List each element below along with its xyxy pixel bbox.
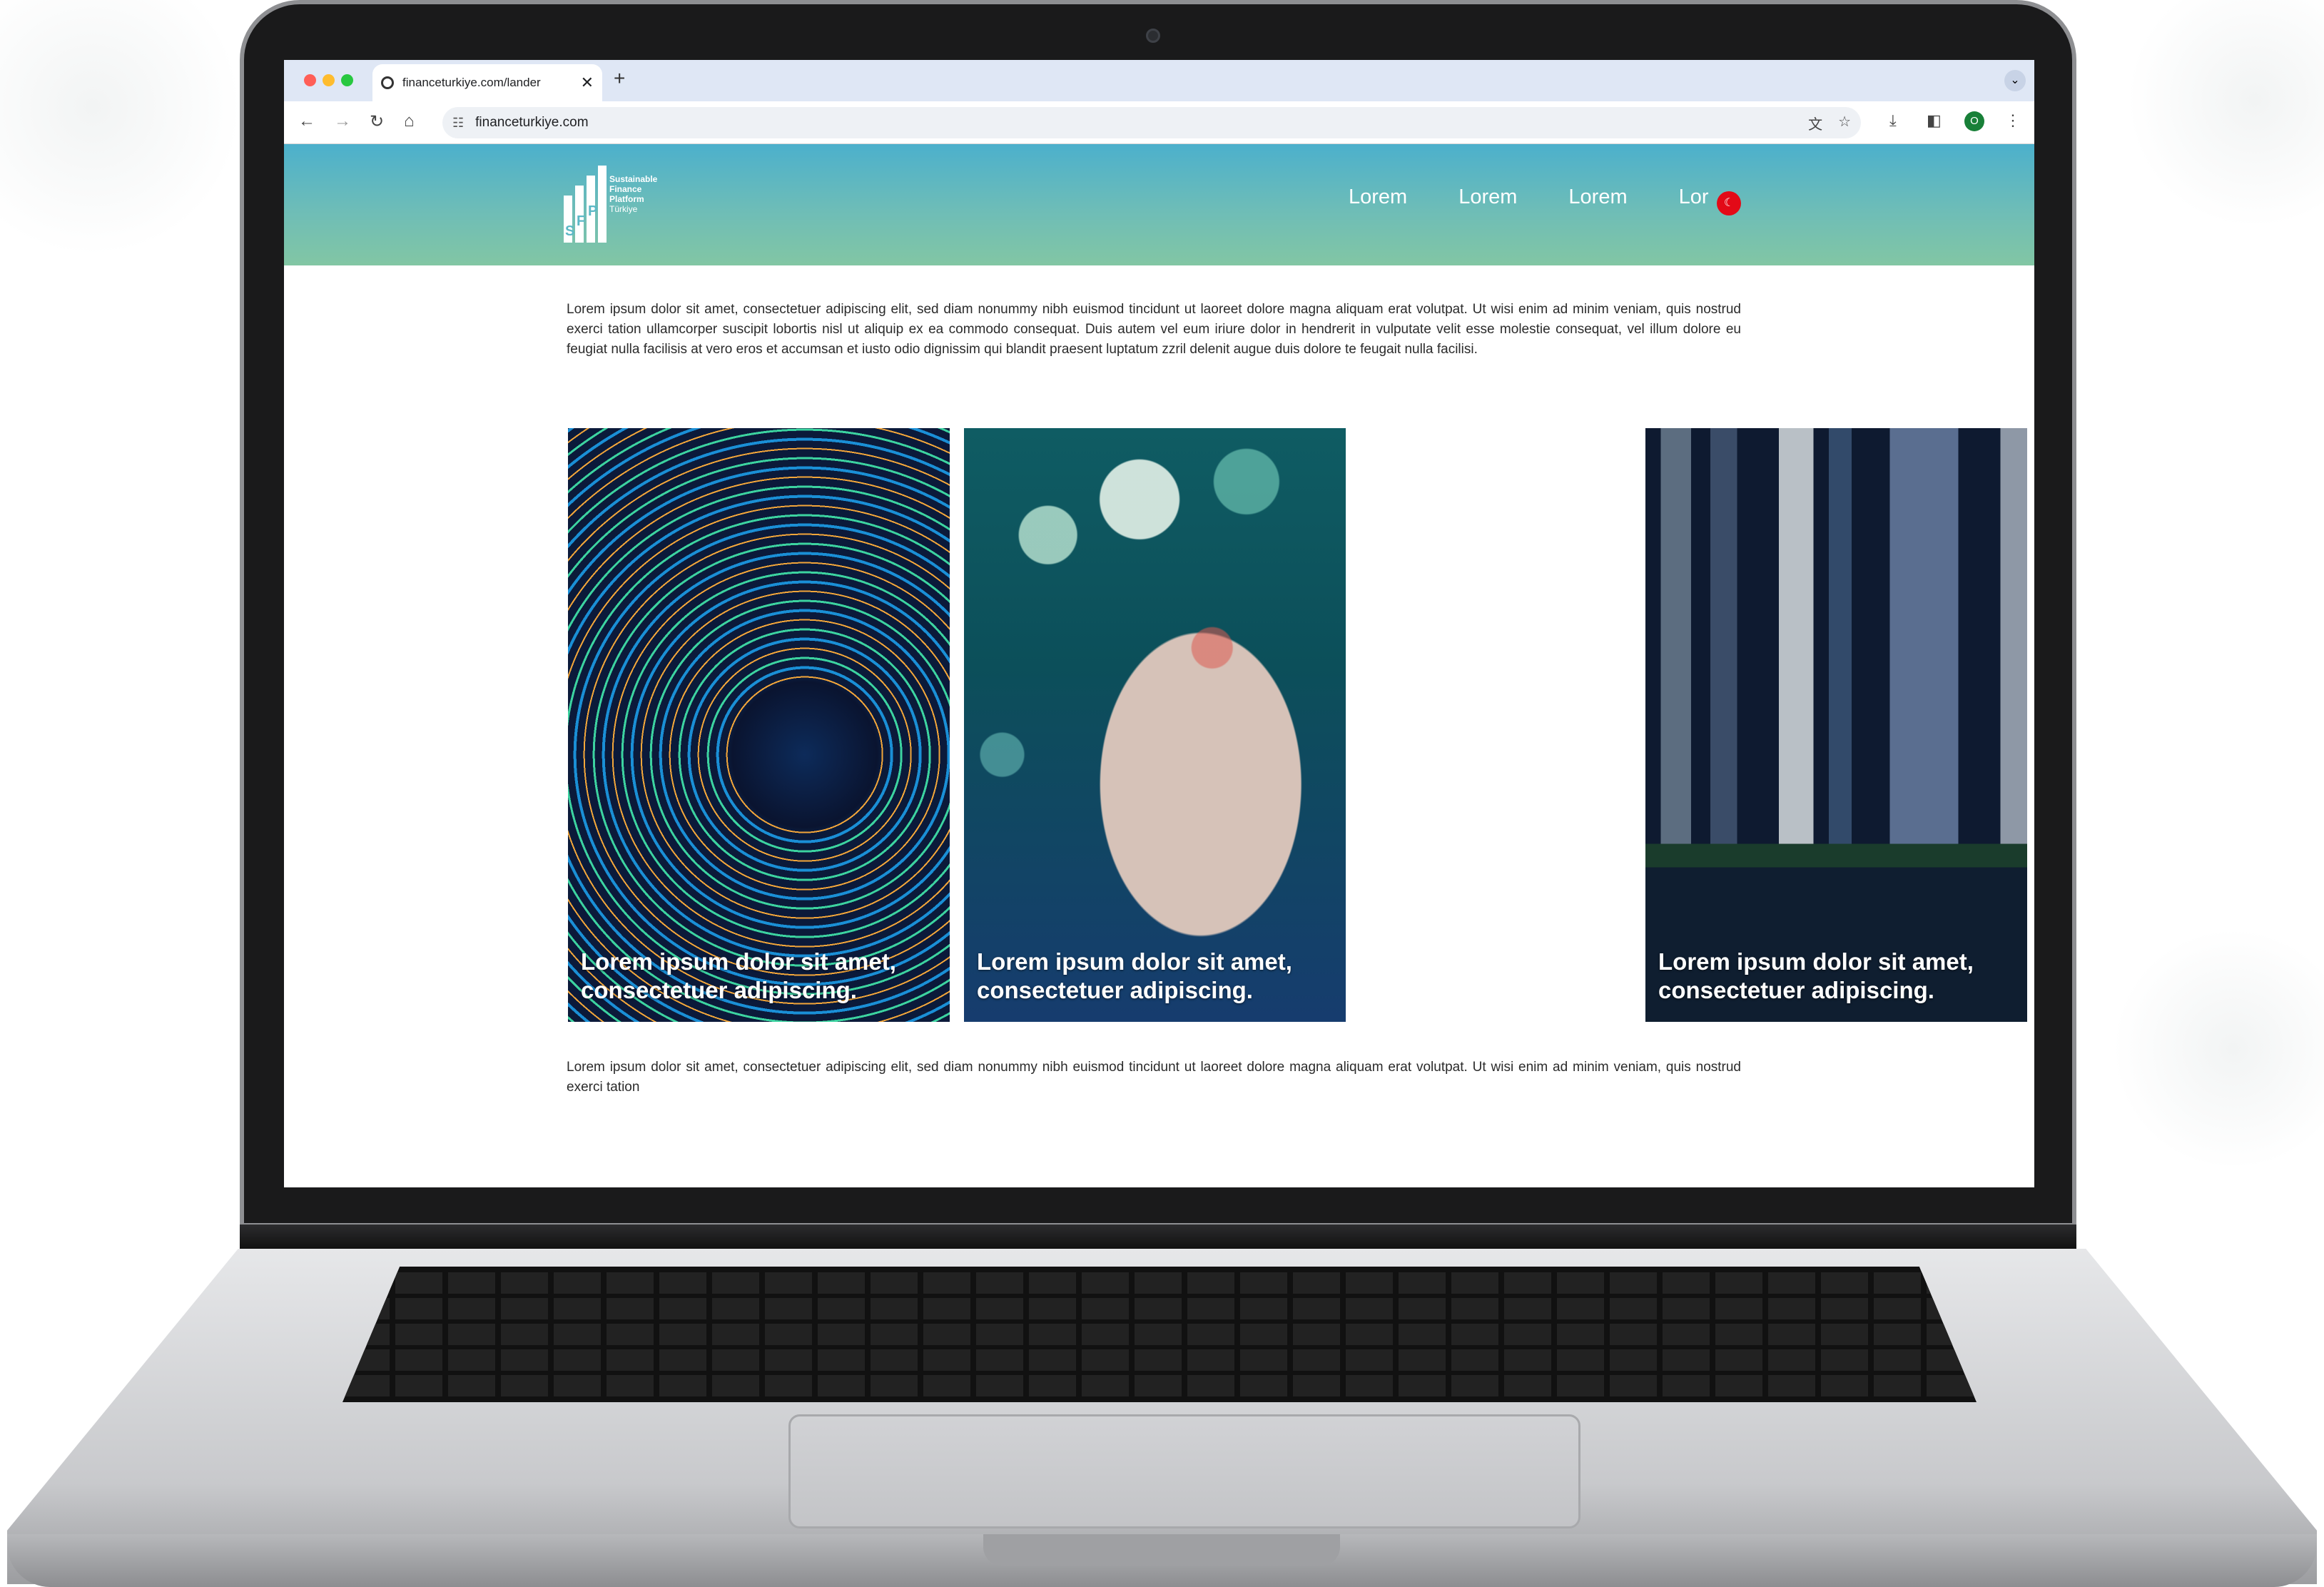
turkish-flag-icon[interactable]: ☾ <box>1717 191 1741 216</box>
nav-item[interactable]: Lorem <box>1458 186 1517 209</box>
card-light-trails[interactable]: Lorem ipsum dolor sit amet, consectetuer… <box>568 428 950 1022</box>
tab-close-icon[interactable]: ✕ <box>581 73 594 92</box>
laptop-lid-notch <box>983 1534 1340 1566</box>
bookmark-icon[interactable]: ☆ <box>1838 113 1851 133</box>
webcam <box>1146 29 1160 43</box>
address-bar[interactable]: ☷ financeturkiye.com 文 ☆ <box>442 107 1861 138</box>
main-nav: Lorem Lorem Lorem Lor <box>1349 186 1709 209</box>
back-icon[interactable]: ← <box>298 111 315 131</box>
laptop-screen: financeturkiye.com/lander ✕ + ⌄ ← → ↻ ⌂ … <box>284 60 2034 1187</box>
card-city[interactable]: Lorem ipsum dolor sit amet, consectetuer… <box>1645 428 2027 1022</box>
sfp-logo[interactable]: S F P Sustainable Finance Platform Türki… <box>564 164 678 243</box>
menu-icon[interactable]: ⋮ <box>2005 111 2021 130</box>
nav-item[interactable]: Lorem <box>1349 186 1407 209</box>
window-maximize-button[interactable] <box>341 74 353 86</box>
background-mark <box>0 0 243 257</box>
window-minimize-button[interactable] <box>323 74 335 86</box>
home-icon[interactable]: ⌂ <box>404 111 415 131</box>
browser-tab-bar: financeturkiye.com/lander ✕ + ⌄ <box>284 60 2034 101</box>
globe-icon <box>381 76 394 89</box>
tab-title: financeturkiye.com/lander <box>402 76 541 89</box>
intro-paragraph: Lorem ipsum dolor sit amet, consectetuer… <box>567 302 1741 357</box>
laptop-hinge <box>240 1225 2076 1249</box>
reload-icon[interactable]: ↻ <box>370 111 384 132</box>
forward-icon[interactable]: → <box>334 111 351 131</box>
profile-avatar[interactable]: O <box>1964 111 1984 131</box>
tab-search-button[interactable]: ⌄ <box>2004 70 2026 91</box>
background-mark <box>2126 0 2324 228</box>
card-caption: Lorem ipsum dolor sit amet, consectetuer… <box>581 948 896 1003</box>
card-caption: Lorem ipsum dolor sit amet, consectetuer… <box>977 948 1292 1003</box>
browser-tab[interactable]: financeturkiye.com/lander ✕ <box>372 64 602 101</box>
side-panel-icon[interactable]: ◧ <box>1927 111 1942 130</box>
trackpad <box>788 1414 1580 1528</box>
footer-paragraph: Lorem ipsum dolor sit amet, consectetuer… <box>567 1060 1741 1095</box>
logo-letter: P <box>588 203 598 219</box>
browser-toolbar: ← → ↻ ⌂ ☷ financeturkiye.com 文 ☆ ⤓ ◧ O ⋮ <box>284 101 2034 144</box>
site-info-icon[interactable]: ☷ <box>452 116 464 131</box>
url-text[interactable]: financeturkiye.com <box>475 115 588 131</box>
keyboard <box>342 1267 1977 1402</box>
nav-item[interactable]: Lorem <box>1568 186 1627 209</box>
card-phone[interactable]: Lorem ipsum dolor sit amet, consectetuer… <box>964 428 1346 1022</box>
background-mark <box>2112 928 2324 1170</box>
card-caption: Lorem ipsum dolor sit amet, consectetuer… <box>1658 948 1974 1003</box>
new-tab-button[interactable]: + <box>614 67 625 90</box>
translate-icon[interactable]: 文 <box>1808 113 1822 133</box>
logo-letter: F <box>577 213 586 229</box>
nav-item[interactable]: Lor <box>1679 186 1709 209</box>
logo-text: Sustainable Finance Platform Türkiye <box>609 174 658 214</box>
window-close-button[interactable] <box>304 74 316 86</box>
site-header: S F P Sustainable Finance Platform Türki… <box>284 144 2034 265</box>
download-icon[interactable]: ⤓ <box>1889 111 1897 130</box>
logo-letter: S <box>565 223 575 239</box>
